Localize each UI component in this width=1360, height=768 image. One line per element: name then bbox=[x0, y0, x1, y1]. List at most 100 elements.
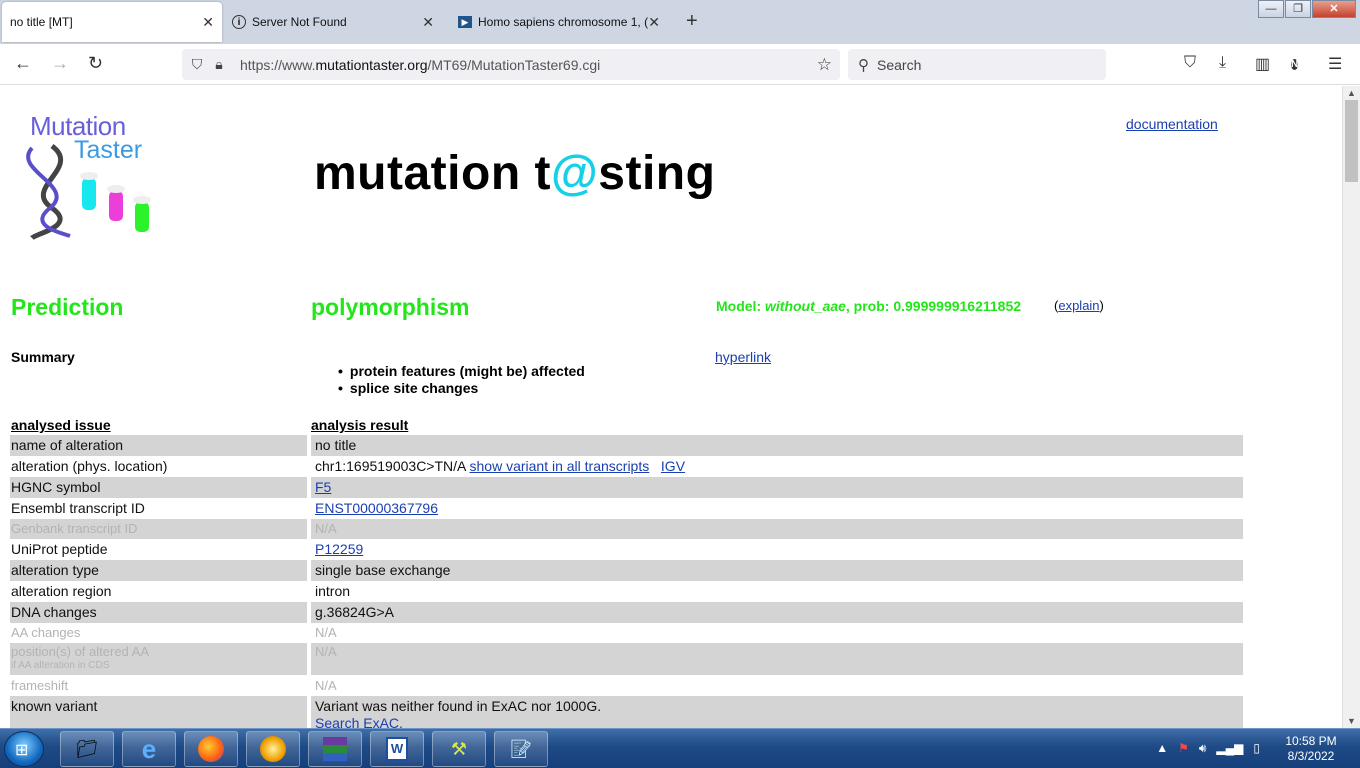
system-tray: ▲ ⚑ 🔊︎ ▂▄▆ ▯ bbox=[1156, 741, 1260, 756]
row-issue: AA changes bbox=[11, 625, 81, 640]
hgnc-link[interactable]: F5 bbox=[315, 479, 331, 495]
winrar-icon[interactable] bbox=[308, 731, 362, 767]
search-placeholder: Search bbox=[877, 56, 922, 73]
firefox-icon[interactable] bbox=[184, 731, 238, 767]
search-exac-link[interactable]: Search ExAC. bbox=[315, 715, 403, 728]
tools-icon[interactable]: ⚒ bbox=[432, 731, 486, 767]
shield-icon[interactable]: ⛉ bbox=[186, 56, 208, 73]
ncbi-icon: ▶ bbox=[458, 16, 472, 28]
tab-label: Homo sapiens chromosome 1, ( bbox=[478, 15, 649, 29]
explain: (explain) bbox=[1054, 298, 1104, 313]
volume-icon[interactable]: 🔊︎ bbox=[1199, 741, 1207, 756]
documentation-link[interactable]: documentation bbox=[1126, 116, 1218, 132]
row-issue: known variant bbox=[10, 696, 307, 728]
page-scrollbar[interactable]: ▲ ▼ bbox=[1342, 86, 1360, 728]
download-icon[interactable]: ⤓ bbox=[1219, 54, 1226, 72]
tab-server-not-found[interactable]: i Server Not Found ✕ bbox=[232, 2, 442, 42]
explorer-icon[interactable]: 📁︎ bbox=[60, 731, 114, 767]
row-result: N/A bbox=[315, 625, 337, 640]
maximize-icon[interactable]: ❐ bbox=[1285, 0, 1311, 18]
word-icon[interactable]: W bbox=[370, 731, 424, 767]
show-variant-link[interactable]: show variant in all transcripts bbox=[470, 458, 650, 474]
summary-list: protein features (might be) affected spl… bbox=[338, 363, 585, 397]
search-input[interactable]: ⚲ Search bbox=[848, 49, 1106, 80]
row-issue: UniProt peptide bbox=[11, 541, 108, 557]
table-row: name of alteration no title bbox=[10, 435, 1243, 456]
hyperlink-link[interactable]: hyperlink bbox=[715, 349, 771, 365]
reload-icon[interactable]: ↻ bbox=[88, 53, 103, 74]
forward-icon[interactable]: → bbox=[51, 53, 69, 74]
clock-time: 10:58 PM bbox=[1285, 734, 1337, 748]
new-tab-icon[interactable]: + bbox=[686, 10, 698, 33]
battery-icon[interactable]: ▯ bbox=[1253, 741, 1260, 756]
clock[interactable]: 10:58 PM 8/3/2022 bbox=[1276, 734, 1346, 764]
row-result: no title bbox=[311, 435, 1243, 456]
internet-explorer-icon[interactable]: e bbox=[122, 731, 176, 767]
taskbar: ⊞ 📁︎ e W ⚒ 📝︎ ▲ ⚑ 🔊︎ ▂▄▆ ▯ 10:58 PM 8/3/… bbox=[0, 728, 1360, 768]
column-header-result: analysis result bbox=[311, 417, 409, 433]
minimize-icon[interactable]: — bbox=[1258, 0, 1284, 18]
table-row: UniProt peptide P12259 bbox=[10, 539, 1243, 560]
prediction-label: Prediction bbox=[11, 294, 124, 320]
analysis-table: name of alteration no title alteration (… bbox=[10, 435, 1243, 728]
sidebar-icon[interactable]: ▥ bbox=[1255, 54, 1270, 74]
tab-bar: no title [MT] ✕ i Server Not Found ✕ ▶ H… bbox=[0, 0, 1360, 44]
table-row: known variant Variant was neither found … bbox=[10, 696, 1243, 728]
page-title: mutation t@sting bbox=[314, 147, 716, 200]
close-icon[interactable]: ✕ bbox=[202, 14, 214, 31]
scroll-up-icon[interactable]: ▲ bbox=[1347, 88, 1356, 98]
window-close-icon[interactable]: ✕ bbox=[1312, 0, 1356, 18]
tab-no-title[interactable]: no title [MT] ✕ bbox=[2, 2, 222, 42]
url-bar[interactable]: ⛉ 🔒︎ https://www.mutationtaster.org/MT69… bbox=[182, 49, 840, 80]
row-issue-sub: if AA alteration in CDS bbox=[11, 660, 110, 671]
logo-text-taster: Taster bbox=[74, 136, 143, 164]
table-row: DNA changes g.36824G>A bbox=[10, 602, 1243, 623]
row-result: chr1:169519003C>TN/A show variant in all… bbox=[315, 458, 686, 474]
tray-expand-icon[interactable]: ▲ bbox=[1156, 741, 1168, 756]
mutationtaster-logo: Mutation Taster bbox=[22, 108, 172, 243]
row-issue: Ensembl transcript ID bbox=[11, 500, 145, 516]
network-icon[interactable]: ▂▄▆ bbox=[1216, 741, 1243, 756]
media-player-icon[interactable] bbox=[246, 731, 300, 767]
close-icon[interactable]: ✕ bbox=[422, 14, 434, 31]
igv-link[interactable]: IGV bbox=[661, 458, 685, 474]
close-icon[interactable]: ✕ bbox=[648, 14, 660, 31]
ensembl-link[interactable]: ENST00000367796 bbox=[315, 500, 438, 516]
row-result: N/A bbox=[315, 678, 337, 693]
uniprot-link[interactable]: P12259 bbox=[315, 541, 363, 557]
row-issue: frameshift bbox=[11, 678, 69, 693]
row-result: intron bbox=[315, 583, 351, 599]
profile-icon[interactable]: N bbox=[1291, 54, 1299, 74]
bookmark-star-icon[interactable]: ☆ bbox=[817, 55, 832, 75]
table-row: HGNC symbol F5 bbox=[10, 477, 1243, 498]
table-row: frameshift N/A bbox=[10, 675, 1243, 696]
table-row: alteration (phys. location) chr1:1695190… bbox=[10, 456, 1243, 477]
row-issue: alteration type bbox=[10, 560, 307, 581]
row-result: N/A bbox=[311, 643, 1243, 675]
table-row: position(s) of altered AA if AA alteratio… bbox=[10, 643, 1243, 675]
tab-homo-sapiens[interactable]: ▶ Homo sapiens chromosome 1, ( ✕ bbox=[458, 2, 668, 42]
page-content: Mutation Taster mutation t@sting documen… bbox=[0, 86, 1342, 728]
start-button[interactable]: ⊞ bbox=[4, 731, 44, 767]
back-icon[interactable]: ← bbox=[14, 53, 32, 74]
table-row: AA changes N/A bbox=[10, 623, 1243, 643]
explain-link[interactable]: explain bbox=[1058, 298, 1099, 313]
row-result: ENST00000367796 bbox=[311, 498, 1243, 519]
notepad-icon[interactable]: 📝︎ bbox=[494, 731, 548, 767]
search-icon: ⚲ bbox=[858, 56, 869, 74]
menu-icon[interactable]: ☰ bbox=[1328, 54, 1342, 74]
url-text[interactable]: https://www.mutationtaster.org/MT69/Muta… bbox=[240, 57, 600, 73]
scrollbar-thumb[interactable] bbox=[1345, 100, 1358, 182]
scroll-down-icon[interactable]: ▼ bbox=[1347, 716, 1356, 726]
pocket-icon[interactable]: ⛉ bbox=[1184, 54, 1196, 72]
avatar[interactable]: N bbox=[1291, 59, 1299, 70]
windows-logo-icon: ⊞ bbox=[15, 742, 29, 759]
row-result: F5 bbox=[311, 477, 1243, 498]
lock-icon[interactable]: 🔒︎ bbox=[208, 56, 230, 73]
row-result: N/A bbox=[311, 519, 1243, 539]
table-row: Ensembl transcript ID ENST00000367796 bbox=[10, 498, 1243, 519]
action-center-icon[interactable]: ⚑ bbox=[1178, 741, 1189, 756]
row-result: single base exchange bbox=[311, 560, 1243, 581]
tab-label: Server Not Found bbox=[252, 15, 347, 29]
row-issue: alteration (phys. location) bbox=[11, 458, 168, 474]
